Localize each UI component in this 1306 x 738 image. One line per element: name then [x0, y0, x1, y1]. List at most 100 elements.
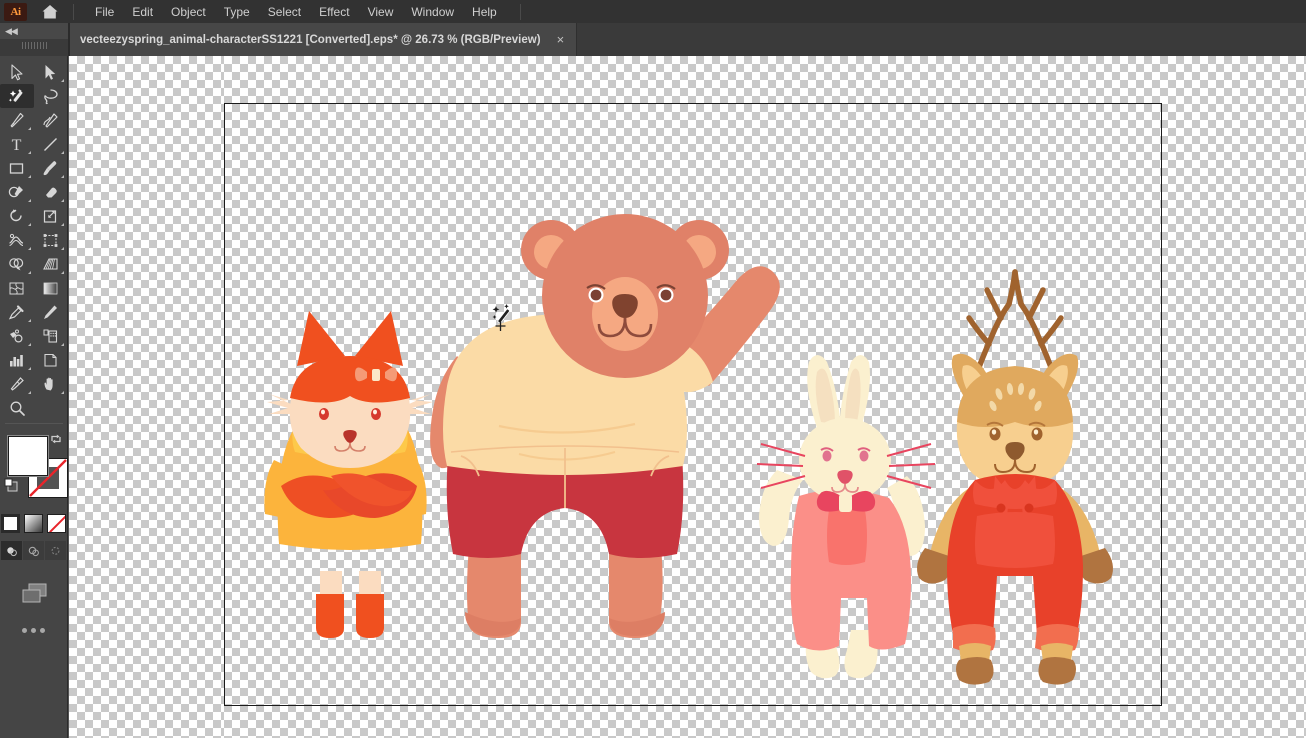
none-mode-button[interactable]: [47, 514, 66, 533]
tool-flyout-indicator[interactable]: [61, 199, 64, 202]
rectangle-tool[interactable]: [0, 156, 34, 180]
document-canvas[interactable]: [69, 56, 1306, 738]
free-transform-tool[interactable]: [34, 228, 68, 252]
line-segment-tool[interactable]: [34, 132, 68, 156]
tool-row: [0, 324, 67, 348]
svg-text:T: T: [12, 137, 22, 153]
tool-flyout-indicator[interactable]: [27, 199, 31, 202]
tool-row: [0, 108, 67, 132]
perspective-grid-tool[interactable]: [34, 252, 68, 276]
curvature-tool[interactable]: [34, 108, 68, 132]
color-mode-button[interactable]: [1, 514, 20, 533]
home-icon[interactable]: [37, 0, 63, 23]
tool-row: [0, 84, 67, 108]
document-tab-bar: ◀◀ vecteezyspring_animal-characterSS1221…: [0, 23, 1306, 56]
menu-item-select[interactable]: Select: [259, 2, 310, 22]
ellipsis-dot: [22, 628, 27, 633]
rotate-tool[interactable]: [0, 204, 34, 228]
default-fill-stroke-icon[interactable]: [4, 478, 20, 492]
toolbar-drag-handle[interactable]: [22, 42, 48, 49]
hand-tool[interactable]: [34, 372, 68, 396]
bar-graph-tool[interactable]: [0, 348, 34, 372]
symbol-sprayer-tool[interactable]: [0, 324, 34, 348]
fill-swatch[interactable]: [8, 436, 48, 476]
width-tool[interactable]: [0, 228, 34, 252]
column-graph-tool[interactable]: [34, 324, 68, 348]
menu-item-window[interactable]: Window: [402, 2, 463, 22]
toolbar-divider: [4, 423, 63, 424]
tool-flyout-indicator[interactable]: [61, 391, 64, 394]
tool-row: [0, 60, 67, 84]
swap-fill-stroke-icon[interactable]: [49, 432, 63, 446]
tool-row: T: [0, 132, 67, 156]
edit-toolbar-button[interactable]: [0, 628, 67, 633]
zoom-tool[interactable]: [0, 396, 34, 420]
menu-item-file[interactable]: File: [86, 2, 123, 22]
selection-tool[interactable]: [0, 60, 34, 84]
drawing-mode-buttons: [0, 541, 67, 560]
collapse-arrows-icon: ◀◀: [5, 25, 18, 36]
tools-panel: T: [0, 56, 68, 738]
eyedropper-tool[interactable]: [0, 300, 34, 324]
tool-flyout-indicator[interactable]: [27, 247, 31, 250]
change-screen-mode-button[interactable]: [0, 580, 67, 606]
tool-flyout-indicator[interactable]: [61, 223, 64, 226]
tool-flyout-indicator[interactable]: [27, 367, 31, 370]
tool-flyout-indicator[interactable]: [27, 127, 31, 130]
draw-inside-button[interactable]: [45, 541, 66, 560]
tool-flyout-indicator[interactable]: [61, 175, 64, 178]
direct-selection-tool[interactable]: [34, 60, 68, 84]
magic-wand-tool[interactable]: [0, 84, 34, 108]
tool-row: [0, 204, 67, 228]
gradient-tool[interactable]: [34, 276, 68, 300]
document-tab[interactable]: vecteezyspring_animal-characterSS1221 [C…: [70, 23, 578, 56]
ellipsis-dot: [31, 628, 36, 633]
fill-stroke-controls: [0, 430, 68, 508]
tool-flyout-indicator[interactable]: [61, 151, 64, 154]
artboard-tool[interactable]: [34, 348, 68, 372]
eraser-tool[interactable]: [34, 180, 68, 204]
lasso-tool[interactable]: [34, 84, 68, 108]
tool-flyout-indicator[interactable]: [27, 175, 31, 178]
tool-flyout-indicator[interactable]: [27, 343, 31, 346]
tool-flyout-indicator[interactable]: [27, 151, 31, 154]
tool-flyout-indicator[interactable]: [61, 79, 64, 82]
menu-item-edit[interactable]: Edit: [123, 2, 162, 22]
pen-tool[interactable]: [0, 108, 34, 132]
app-logo[interactable]: Ai: [4, 2, 27, 21]
tool-row: [0, 276, 67, 300]
tool-flyout-indicator[interactable]: [61, 271, 64, 274]
scale-tool[interactable]: [34, 204, 68, 228]
panel-collapse-button[interactable]: ◀◀: [0, 23, 68, 39]
draw-behind-button[interactable]: [23, 541, 44, 560]
artwork-vector[interactable]: [69, 56, 1306, 738]
color-mode-buttons: [0, 514, 67, 533]
tool-flyout-indicator[interactable]: [61, 247, 64, 250]
tool-row: [0, 372, 67, 396]
tool-flyout-indicator[interactable]: [27, 223, 31, 226]
shape-builder-tool[interactable]: [0, 252, 34, 276]
rabbit-character: [756, 355, 936, 679]
tool-flyout-indicator[interactable]: [27, 271, 31, 274]
type-tool[interactable]: T: [0, 132, 34, 156]
tool-flyout-indicator[interactable]: [61, 343, 64, 346]
draw-normal-button[interactable]: [1, 541, 22, 560]
shaper-tool[interactable]: [0, 180, 34, 204]
slice-tool[interactable]: [0, 372, 34, 396]
tool-row: [0, 252, 67, 276]
tool-row: [0, 156, 67, 180]
tool-flyout-indicator[interactable]: [27, 319, 31, 322]
mesh-tool[interactable]: [0, 276, 34, 300]
menu-item-type[interactable]: Type: [215, 2, 259, 22]
menu-item-help[interactable]: Help: [463, 2, 506, 22]
tool-flyout-indicator[interactable]: [27, 391, 31, 394]
menu-item-object[interactable]: Object: [162, 2, 215, 22]
blend-tool[interactable]: [34, 300, 68, 324]
menu-bar: Ai File Edit Object Type Select Effect V…: [0, 0, 1306, 23]
illustrator-window: Ai File Edit Object Type Select Effect V…: [0, 0, 1306, 738]
menu-item-effect[interactable]: Effect: [310, 2, 358, 22]
menu-item-view[interactable]: View: [359, 2, 403, 22]
paintbrush-tool[interactable]: [34, 156, 68, 180]
gradient-mode-button[interactable]: [24, 514, 43, 533]
close-icon[interactable]: ×: [557, 33, 565, 46]
